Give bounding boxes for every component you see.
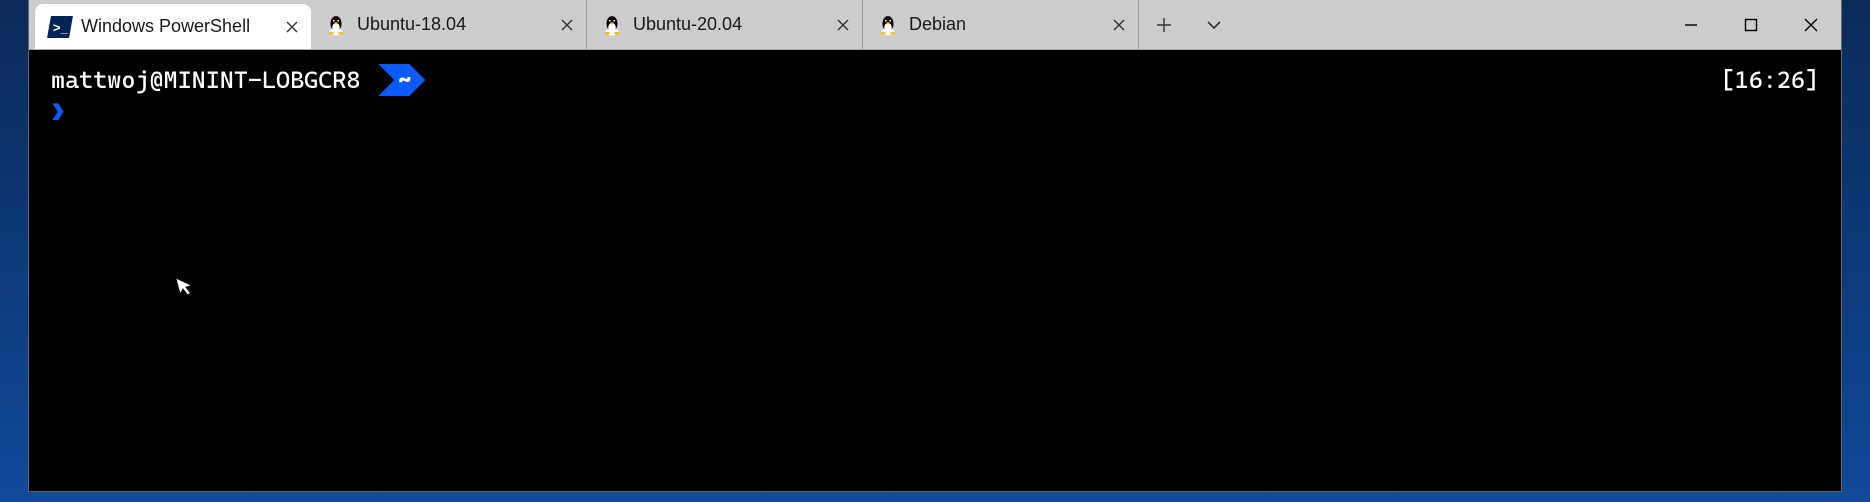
tab-label: Debian — [909, 14, 1096, 35]
tab-ubuntu-1804[interactable]: Ubuntu-18.04 — [311, 0, 587, 49]
tab-label: Ubuntu-18.04 — [357, 14, 544, 35]
prompt-line: mattwoj@MININT-LOBGCR8 ~ [16:26] — [51, 64, 1819, 96]
close-icon[interactable] — [1106, 12, 1132, 38]
tux-icon — [325, 14, 347, 36]
close-window-button[interactable] — [1781, 0, 1841, 49]
tux-icon — [877, 14, 899, 36]
close-icon[interactable] — [554, 12, 580, 38]
title-bar: >_ Windows PowerShell Ubuntu-18.04 — [29, 0, 1841, 50]
new-tab-button[interactable] — [1139, 0, 1189, 49]
powershell-icon: >_ — [49, 16, 71, 38]
maximize-button[interactable] — [1721, 0, 1781, 49]
prompt-caret: ❯ — [51, 98, 1819, 126]
terminal-pane[interactable]: mattwoj@MININT-LOBGCR8 ~ [16:26] ❯ — [29, 50, 1841, 491]
tab-label: Ubuntu-20.04 — [633, 14, 820, 35]
minimize-button[interactable] — [1661, 0, 1721, 49]
prompt-user-host: mattwoj@MININT-LOBGCR8 — [51, 66, 360, 94]
titlebar-drag-area[interactable] — [1239, 0, 1661, 49]
close-icon[interactable] — [830, 12, 856, 38]
tab-label: Windows PowerShell — [81, 16, 269, 37]
prompt-clock: [16:26] — [1721, 66, 1819, 94]
tabs-row: >_ Windows PowerShell Ubuntu-18.04 — [29, 0, 1239, 49]
tab-dropdown-button[interactable] — [1189, 0, 1239, 49]
close-icon[interactable] — [279, 14, 305, 40]
prompt-path-segment: ~ — [378, 64, 425, 96]
mouse-cursor-icon — [175, 273, 197, 303]
terminal-window: >_ Windows PowerShell Ubuntu-18.04 — [28, 0, 1842, 492]
tab-debian[interactable]: Debian — [863, 0, 1139, 49]
tab-powershell[interactable]: >_ Windows PowerShell — [35, 4, 311, 49]
tux-icon — [601, 14, 623, 36]
prompt-path: ~ — [378, 64, 425, 96]
tab-ubuntu-2004[interactable]: Ubuntu-20.04 — [587, 0, 863, 49]
